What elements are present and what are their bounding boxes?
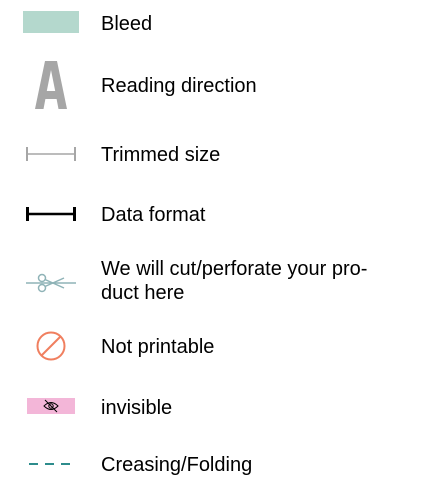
trim-line-svg [26, 147, 76, 161]
letter-a-svg [35, 61, 67, 109]
data-format-line-icon [22, 202, 80, 226]
eye-slash-svg [27, 398, 75, 414]
dashed-line-svg [29, 463, 73, 465]
legend-item-creasing-folding: Creasing/Folding [0, 450, 444, 480]
trim-line-icon [22, 142, 80, 166]
legend-item-data-format: Data format [0, 200, 444, 230]
legend-item-reading-direction: Reading direction [0, 58, 444, 114]
prohibited-icon [22, 330, 80, 362]
bleed-swatch-svg [23, 11, 79, 33]
legend-label-not-printable: Not printable [101, 336, 215, 358]
legend-label-cut-line: We will cut/perforate your pro- duct her… [101, 258, 368, 304]
scissors-icon [22, 271, 80, 295]
legend-label-reading-direction: Reading direction [101, 75, 257, 97]
legend-item-cut-perforate: We will cut/perforate your pro- duct her… [0, 255, 444, 311]
legend-item-trimmed-size: Trimmed size [0, 140, 444, 170]
legend-label-trimmed-size: Trimmed size [101, 144, 221, 166]
bleed-swatch-icon [22, 11, 80, 33]
letter-a-icon [22, 60, 80, 110]
legend-item-bleed: Bleed [0, 8, 444, 38]
legend-item-not-printable: Not printable [0, 330, 444, 364]
eye-slash-icon [22, 395, 80, 417]
prohibited-svg [36, 331, 66, 361]
legend-label-creasing-folding: Creasing/Folding [101, 454, 253, 476]
data-format-line-svg [26, 207, 76, 221]
legend: Bleed Reading direction Trimmed size Dat… [0, 0, 444, 487]
legend-label-bleed: Bleed [101, 13, 153, 35]
dashed-line-icon [22, 452, 80, 476]
legend-label-cut-perforate: We will cut/perforate your pro- duct her… [101, 257, 401, 305]
scissors-svg [26, 273, 76, 293]
legend-label-invisible: invisible [101, 397, 173, 419]
legend-item-invisible: invisible [0, 392, 444, 422]
legend-label-data-format: Data format [101, 204, 206, 226]
